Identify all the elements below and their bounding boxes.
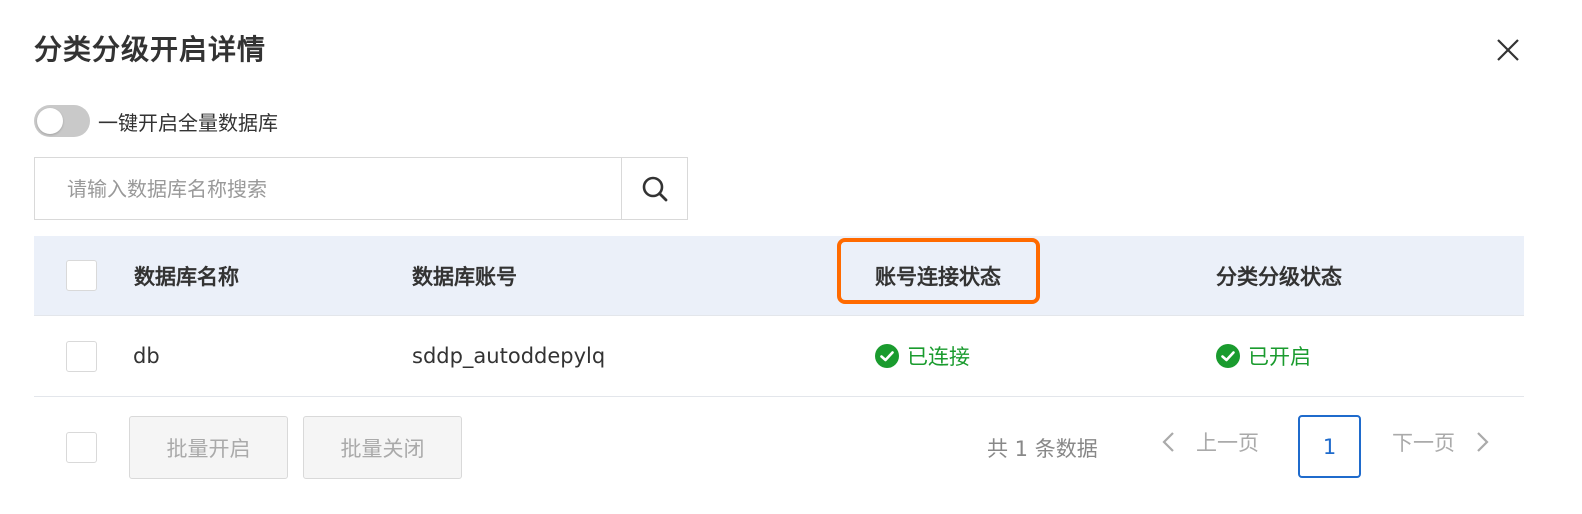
column-header-db-name[interactable]: 数据库名称 bbox=[134, 261, 239, 291]
row-checkbox[interactable] bbox=[66, 341, 97, 372]
toggle-label: 一键开启全量数据库 bbox=[98, 110, 278, 135]
table-row[interactable]: db sddp_autoddepylq 已连接 已开启 bbox=[34, 316, 1524, 397]
database-table: 数据库名称 数据库账号 账号连接状态 分类分级状态 db sddp_autodd… bbox=[34, 236, 1524, 397]
pagination-next-button[interactable]: 下一页 bbox=[1392, 427, 1491, 457]
classification-status: 已开启 bbox=[1216, 341, 1311, 371]
column-header-connection-status[interactable]: 账号连接状态 bbox=[875, 261, 1001, 291]
cell-db-name: db bbox=[133, 344, 160, 368]
connection-status-text: 已连接 bbox=[907, 345, 970, 369]
enable-all-toggle[interactable] bbox=[34, 105, 90, 137]
classification-status-text: 已开启 bbox=[1248, 345, 1311, 369]
dialog-title: 分类分级开启详情 bbox=[34, 33, 267, 66]
batch-enable-button[interactable]: 批量开启 bbox=[129, 416, 288, 479]
pagination-next-label: 下一页 bbox=[1392, 431, 1455, 455]
pagination-prev-label: 上一页 bbox=[1196, 431, 1259, 455]
pagination-prev-button[interactable]: 上一页 bbox=[1160, 427, 1259, 457]
batch-disable-button[interactable]: 批量关闭 bbox=[303, 416, 462, 479]
search-box bbox=[34, 157, 688, 220]
column-header-account[interactable]: 数据库账号 bbox=[412, 261, 517, 291]
pagination-total: 共 1 条数据 bbox=[987, 437, 1098, 461]
check-circle-icon bbox=[875, 344, 899, 368]
toggle-knob bbox=[37, 108, 63, 134]
pagination-page-1[interactable]: 1 bbox=[1298, 415, 1361, 478]
search-button[interactable] bbox=[621, 158, 687, 219]
connection-status: 已连接 bbox=[875, 341, 970, 371]
toggle-row: 一键开启全量数据库 bbox=[34, 104, 278, 138]
chevron-right-icon bbox=[1477, 432, 1489, 452]
column-header-classification-status[interactable]: 分类分级状态 bbox=[1216, 261, 1342, 291]
search-input[interactable] bbox=[35, 158, 621, 219]
search-icon bbox=[642, 176, 667, 201]
footer-select-all-checkbox[interactable] bbox=[66, 432, 97, 463]
cell-account: sddp_autoddepylq bbox=[412, 344, 606, 368]
check-circle-icon bbox=[1216, 344, 1240, 368]
close-icon bbox=[1497, 39, 1519, 61]
select-all-checkbox[interactable] bbox=[66, 260, 97, 291]
chevron-left-icon bbox=[1162, 432, 1174, 452]
close-button[interactable] bbox=[1488, 30, 1528, 70]
table-footer: 批量开启 批量关闭 共 1 条数据 上一页 1 下一页 bbox=[34, 397, 1524, 514]
table-header: 数据库名称 数据库账号 账号连接状态 分类分级状态 bbox=[34, 236, 1524, 316]
